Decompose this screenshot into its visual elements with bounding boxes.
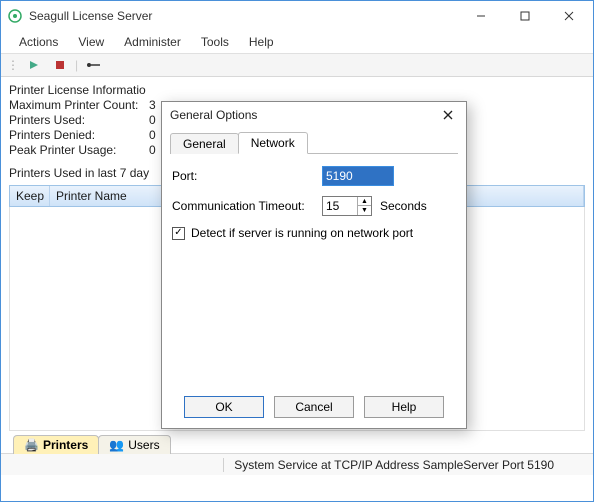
cancel-button[interactable]: Cancel <box>274 396 354 418</box>
ok-button[interactable]: OK <box>184 396 264 418</box>
help-button[interactable]: Help <box>364 396 444 418</box>
tab-network[interactable]: Network <box>238 132 308 154</box>
tab-general[interactable]: General <box>170 133 239 154</box>
tab-users[interactable]: 👥 Users <box>98 435 170 454</box>
port-label: Port: <box>172 169 322 183</box>
toolbar: ⋮ | <box>1 53 593 77</box>
maximize-button[interactable] <box>503 1 547 31</box>
play-button[interactable] <box>23 55 45 75</box>
menu-tools[interactable]: Tools <box>193 33 237 51</box>
menu-actions[interactable]: Actions <box>11 33 66 51</box>
printer-icon: 🖨️ <box>24 438 39 452</box>
detect-label: Detect if server is running on network p… <box>191 226 413 240</box>
timeout-unit: Seconds <box>380 199 427 213</box>
col-keep[interactable]: Keep <box>10 186 50 206</box>
statusbar: System Service at TCP/IP Address SampleS… <box>1 453 593 475</box>
dialog-tabs: General Network <box>170 132 458 154</box>
printers-used-label: Printers Used: <box>9 113 149 128</box>
window-title: Seagull License Server <box>29 9 152 23</box>
dialog-close-button[interactable] <box>438 105 458 125</box>
spinner-up-icon[interactable]: ▲ <box>358 197 371 206</box>
tab-users-label: Users <box>128 438 159 452</box>
menubar: Actions View Administer Tools Help <box>1 31 593 53</box>
bottom-tabs: 🖨️ Printers 👥 Users <box>9 431 585 453</box>
tab-printers-label: Printers <box>43 438 88 452</box>
users-icon: 👥 <box>109 438 124 452</box>
detect-checkbox[interactable]: ✓ <box>172 227 185 240</box>
spinner-down-icon[interactable]: ▼ <box>358 206 371 215</box>
menu-view[interactable]: View <box>70 33 112 51</box>
printers-denied-label: Printers Denied: <box>9 128 149 143</box>
info-header: Printer License Informatio <box>9 83 585 98</box>
stop-button[interactable] <box>49 55 71 75</box>
close-button[interactable] <box>547 1 591 31</box>
menu-help[interactable]: Help <box>241 33 282 51</box>
tab-printers[interactable]: 🖨️ Printers <box>13 435 99 454</box>
timeout-spinner[interactable]: 15 ▲ ▼ <box>322 196 372 216</box>
dialog-buttons: OK Cancel Help <box>162 388 466 428</box>
general-options-dialog: General Options General Network Port: 51… <box>161 101 467 429</box>
detect-checkbox-row[interactable]: ✓ Detect if server is running on network… <box>172 226 456 240</box>
port-input[interactable]: 5190 <box>322 166 394 186</box>
app-icon <box>7 8 23 24</box>
network-panel: Port: 5190 Communication Timeout: 15 ▲ ▼… <box>170 154 458 242</box>
titlebar: Seagull License Server <box>1 1 593 31</box>
timeout-value: 15 <box>323 199 357 213</box>
timeout-label: Communication Timeout: <box>172 199 322 213</box>
dialog-title: General Options <box>170 108 438 122</box>
peak-usage-label: Peak Printer Usage: <box>9 143 149 158</box>
status-text: System Service at TCP/IP Address SampleS… <box>223 458 564 472</box>
menu-administer[interactable]: Administer <box>116 33 189 51</box>
connect-button[interactable] <box>82 55 104 75</box>
dialog-titlebar: General Options <box>162 102 466 128</box>
max-count-label: Maximum Printer Count: <box>9 98 149 113</box>
minimize-button[interactable] <box>459 1 503 31</box>
